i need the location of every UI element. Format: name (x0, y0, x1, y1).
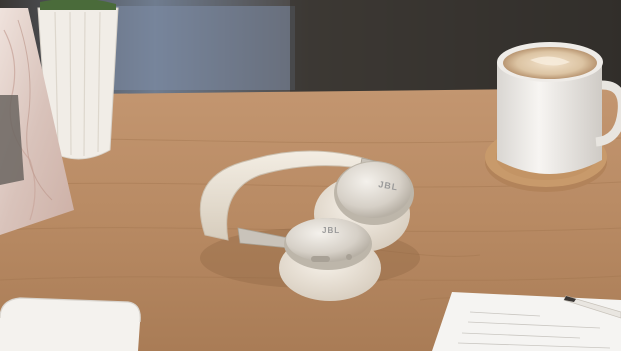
white-device (0, 297, 141, 351)
earcup-port (346, 254, 352, 260)
paper-and-pen (432, 292, 621, 351)
photo-canvas: JBL JBL (0, 0, 621, 351)
product-photo: JBL JBL (0, 0, 621, 351)
blurred-chair (110, 6, 295, 90)
earcup-button (311, 256, 330, 262)
brand-mark-front: JBL (322, 226, 340, 235)
coffee-mug-on-coaster (485, 42, 621, 192)
left-earcup: JBL (279, 218, 381, 301)
